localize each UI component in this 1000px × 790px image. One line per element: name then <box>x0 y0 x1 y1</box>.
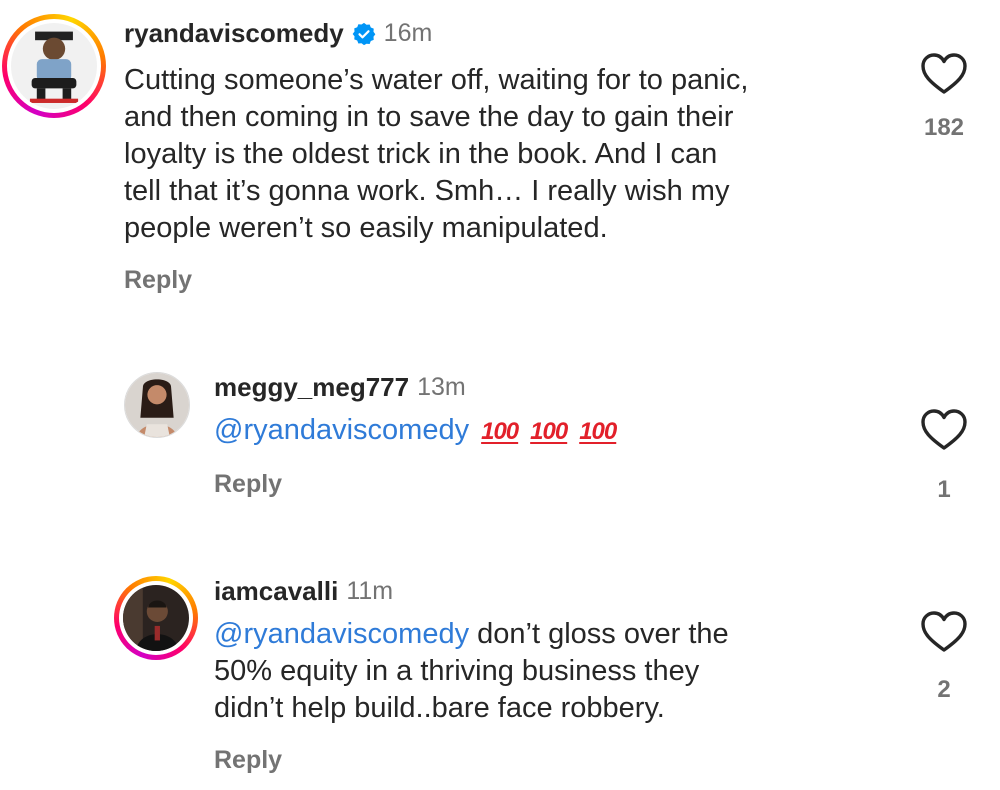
timestamp: 11m <box>346 577 394 605</box>
comment-meta: meggy_meg777 13m <box>214 372 466 403</box>
comment-line: 50% equity in a thriving business they <box>214 655 700 687</box>
comment-line: @ryandaviscomedy don’t gloss over the <box>214 616 894 653</box>
like-count: 182 <box>923 114 965 141</box>
person-avatar-icon <box>11 23 97 109</box>
comment-line: and then coming in to save the day to ga… <box>124 101 734 133</box>
comment-meta: ryandaviscomedy 16m <box>124 18 432 49</box>
avatar[interactable] <box>2 14 106 118</box>
username[interactable]: ryandaviscomedy <box>124 18 344 49</box>
hundred-points-emoji: 100 <box>579 418 617 445</box>
comment-meta: iamcavalli 11m <box>214 576 393 607</box>
comment-line-text: don’t gloss over the <box>469 618 729 650</box>
timestamp: 16m <box>383 19 433 47</box>
username[interactable]: meggy_meg777 <box>214 372 409 403</box>
avatar[interactable] <box>114 576 198 660</box>
comment-ryandaviscomedy: ryandaviscomedy 16m Cutting someone’s wa… <box>0 0 1000 320</box>
comment-text: @ryandaviscomedy 100 100 100 <box>214 412 894 450</box>
person-avatar-icon <box>125 373 189 437</box>
heart-icon[interactable] <box>920 610 968 654</box>
mention-link[interactable]: @ryandaviscomedy <box>214 414 469 446</box>
hundred-points-emoji: 100 <box>530 418 568 445</box>
comment-meggy_meg777: meggy_meg777 13m @ryandaviscomedy 100 100 1… <box>0 360 1000 520</box>
comment-line: tell that it’s gonna work. Smh… I really… <box>124 175 730 207</box>
timestamp: 13m <box>417 373 466 401</box>
person-avatar-icon <box>123 585 189 651</box>
username[interactable]: iamcavalli <box>214 576 338 607</box>
reply-button[interactable]: Reply <box>214 470 282 499</box>
comment-line: Cutting someone’s water off, waiting for… <box>124 64 749 96</box>
like-count: 2 <box>937 676 951 703</box>
reply-button[interactable]: Reply <box>124 266 192 295</box>
comment-text: Cutting someone’s water off, waiting for… <box>124 62 904 247</box>
reply-button[interactable]: Reply <box>214 746 282 775</box>
comment-line: loyalty is the oldest trick in the book.… <box>124 138 718 170</box>
comment-text: @ryandaviscomedy don’t gloss over the 50… <box>214 616 894 727</box>
avatar[interactable] <box>124 372 190 438</box>
heart-icon[interactable] <box>920 52 968 96</box>
comment-line: didn’t help build..bare face robbery. <box>214 692 665 724</box>
mention-link[interactable]: @ryandaviscomedy <box>214 618 469 650</box>
verified-badge-icon <box>352 22 376 45</box>
comment-iamcavalli: iamcavalli 11m @ryandaviscomedy don’t gl… <box>0 570 1000 790</box>
heart-icon[interactable] <box>920 408 968 452</box>
comment-line: people weren’t so easily manipulated. <box>124 212 608 244</box>
hundred-points-emoji: 100 <box>481 418 519 445</box>
like-count: 1 <box>937 476 951 503</box>
